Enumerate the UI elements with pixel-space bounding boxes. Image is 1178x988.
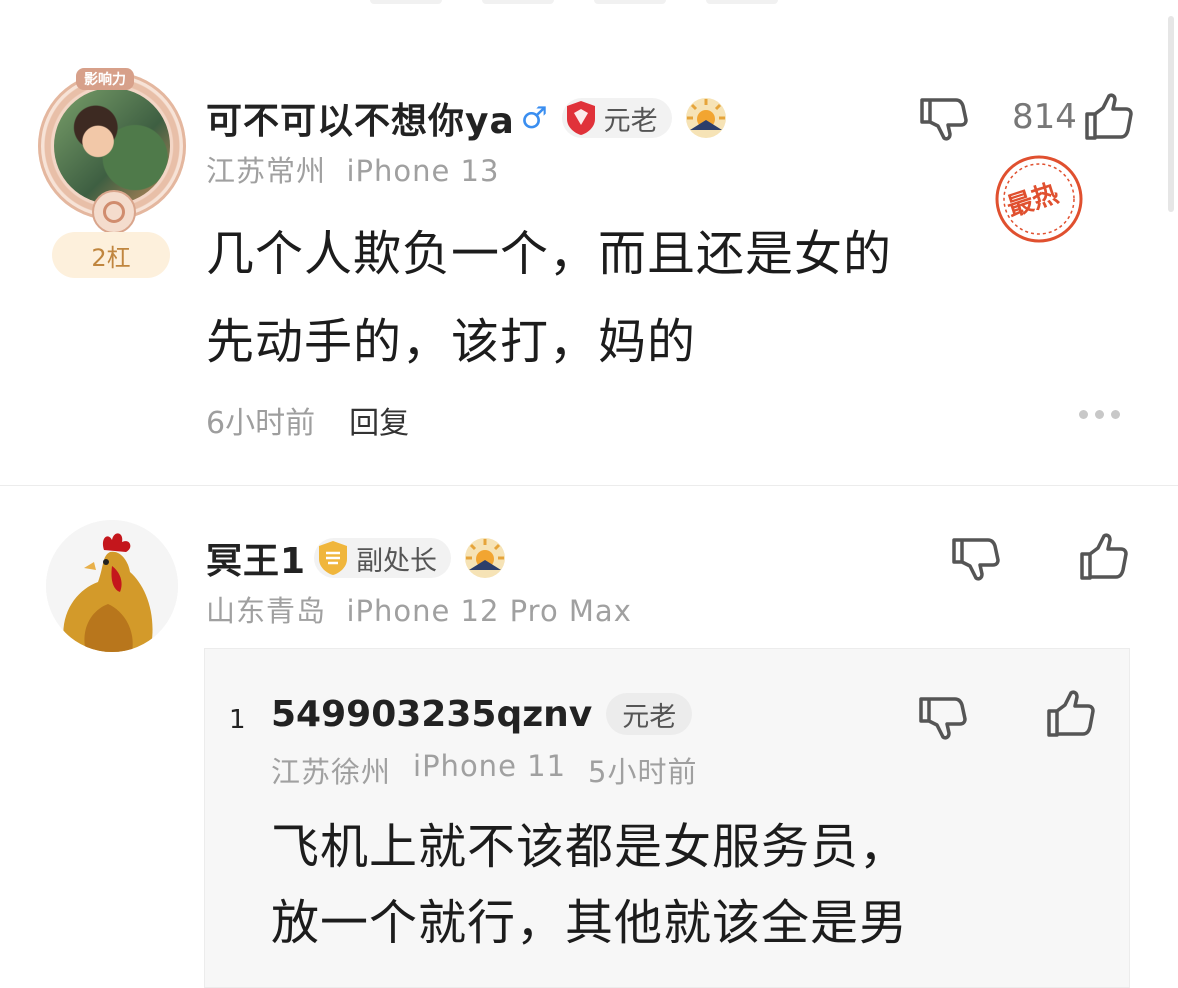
- thumb-up-icon: [1047, 690, 1095, 737]
- rank-label: 副处长: [356, 545, 438, 577]
- user-header: 冥王1 副处长: [206, 536, 507, 582]
- reply-dislike-button[interactable]: [917, 693, 969, 747]
- comment-text: 几个人欺负一个，而且还是女的 先动手的，该打，妈的: [206, 210, 892, 386]
- rank-badge[interactable]: 副处长: [314, 538, 452, 578]
- comment-text-line: 先动手的，该打，妈的: [206, 314, 697, 370]
- user-header: 可不可以不想你ya ♂ 元老: [206, 96, 728, 142]
- comment-item: 冥王1 副处长 山东青岛 iPhone 12 Pro Max 1 5499032…: [0, 510, 1178, 988]
- reply-button[interactable]: 回复: [349, 398, 409, 442]
- reply-index: 1: [229, 705, 246, 735]
- nested-reply: 1 549903235qznv 元老 江苏徐州 iPhone 11 5小时前 飞…: [204, 648, 1130, 988]
- avatar[interactable]: [54, 88, 170, 204]
- comment-text-line: 几个人欺负一个，而且还是女的: [206, 226, 893, 282]
- level-badge[interactable]: 2杠: [52, 232, 170, 278]
- like-button[interactable]: 814: [1012, 92, 1135, 142]
- location: 江苏常州: [206, 154, 327, 188]
- more-dots-icon[interactable]: [1079, 410, 1120, 419]
- username[interactable]: 冥王1: [206, 532, 306, 584]
- reply-rank-badge[interactable]: 元老: [606, 693, 693, 735]
- rank-label: 元老: [603, 105, 658, 137]
- thumb-up-icon: [1085, 93, 1133, 140]
- comment-item: 影响力 2杠 可不可以不想你ya ♂ 元老 江苏常州 iPhone 13 814: [0, 60, 1178, 475]
- user-meta: 山东青岛 iPhone 12 Pro Max: [206, 588, 632, 630]
- user-meta: 江苏常州 iPhone 13: [206, 148, 499, 190]
- thumb-down-icon: [919, 697, 967, 740]
- comment-time: 6小时前: [206, 406, 316, 441]
- reply-like-button[interactable]: [1045, 689, 1097, 743]
- hottest-stamp: 最热: [992, 152, 1086, 246]
- device: iPhone 13: [346, 154, 500, 188]
- reply-time: 5小时前: [588, 755, 698, 789]
- divider: [0, 485, 1178, 486]
- male-gender-icon: ♂: [520, 100, 548, 136]
- top-edge-tabs: [370, 0, 778, 6]
- location: 山东青岛: [206, 594, 327, 628]
- reply-text-line: 飞机上就不该都是女服务员，: [271, 819, 909, 875]
- reply-text-line: 放一个就行，其他就该全是男: [271, 895, 909, 951]
- thumb-down-icon: [920, 98, 968, 141]
- reply-text: 飞机上就不该都是女服务员， 放一个就行，其他就该全是男: [271, 809, 908, 961]
- comment-footer: 6小时前 回复: [206, 398, 409, 442]
- like-count: 814: [1012, 97, 1077, 137]
- red-gem-shield-icon: [564, 99, 598, 137]
- reply-device: iPhone 11: [413, 749, 567, 783]
- sunrise-badge-icon: [465, 538, 506, 578]
- reply-user-header: 549903235qznv 元老: [271, 693, 693, 735]
- device: iPhone 12 Pro Max: [346, 594, 632, 628]
- reply-username[interactable]: 549903235qznv: [271, 694, 592, 735]
- medal-icon: [92, 190, 136, 234]
- reply-location: 江苏徐州: [271, 755, 392, 789]
- dislike-button[interactable]: [918, 94, 970, 144]
- username[interactable]: 可不可以不想你ya: [206, 92, 515, 144]
- thumb-down-icon: [952, 538, 1000, 581]
- avatar[interactable]: [46, 520, 178, 652]
- gold-shield-icon: [316, 539, 350, 577]
- reply-meta: 江苏徐州 iPhone 11 5小时前: [271, 749, 697, 791]
- dislike-button[interactable]: [950, 534, 1002, 584]
- thumb-up-icon: [1080, 533, 1128, 580]
- like-button[interactable]: [1078, 532, 1130, 582]
- rank-badge[interactable]: 元老: [561, 98, 672, 138]
- sunrise-badge-icon: [685, 98, 726, 138]
- influence-frame-label: 影响力: [76, 68, 134, 90]
